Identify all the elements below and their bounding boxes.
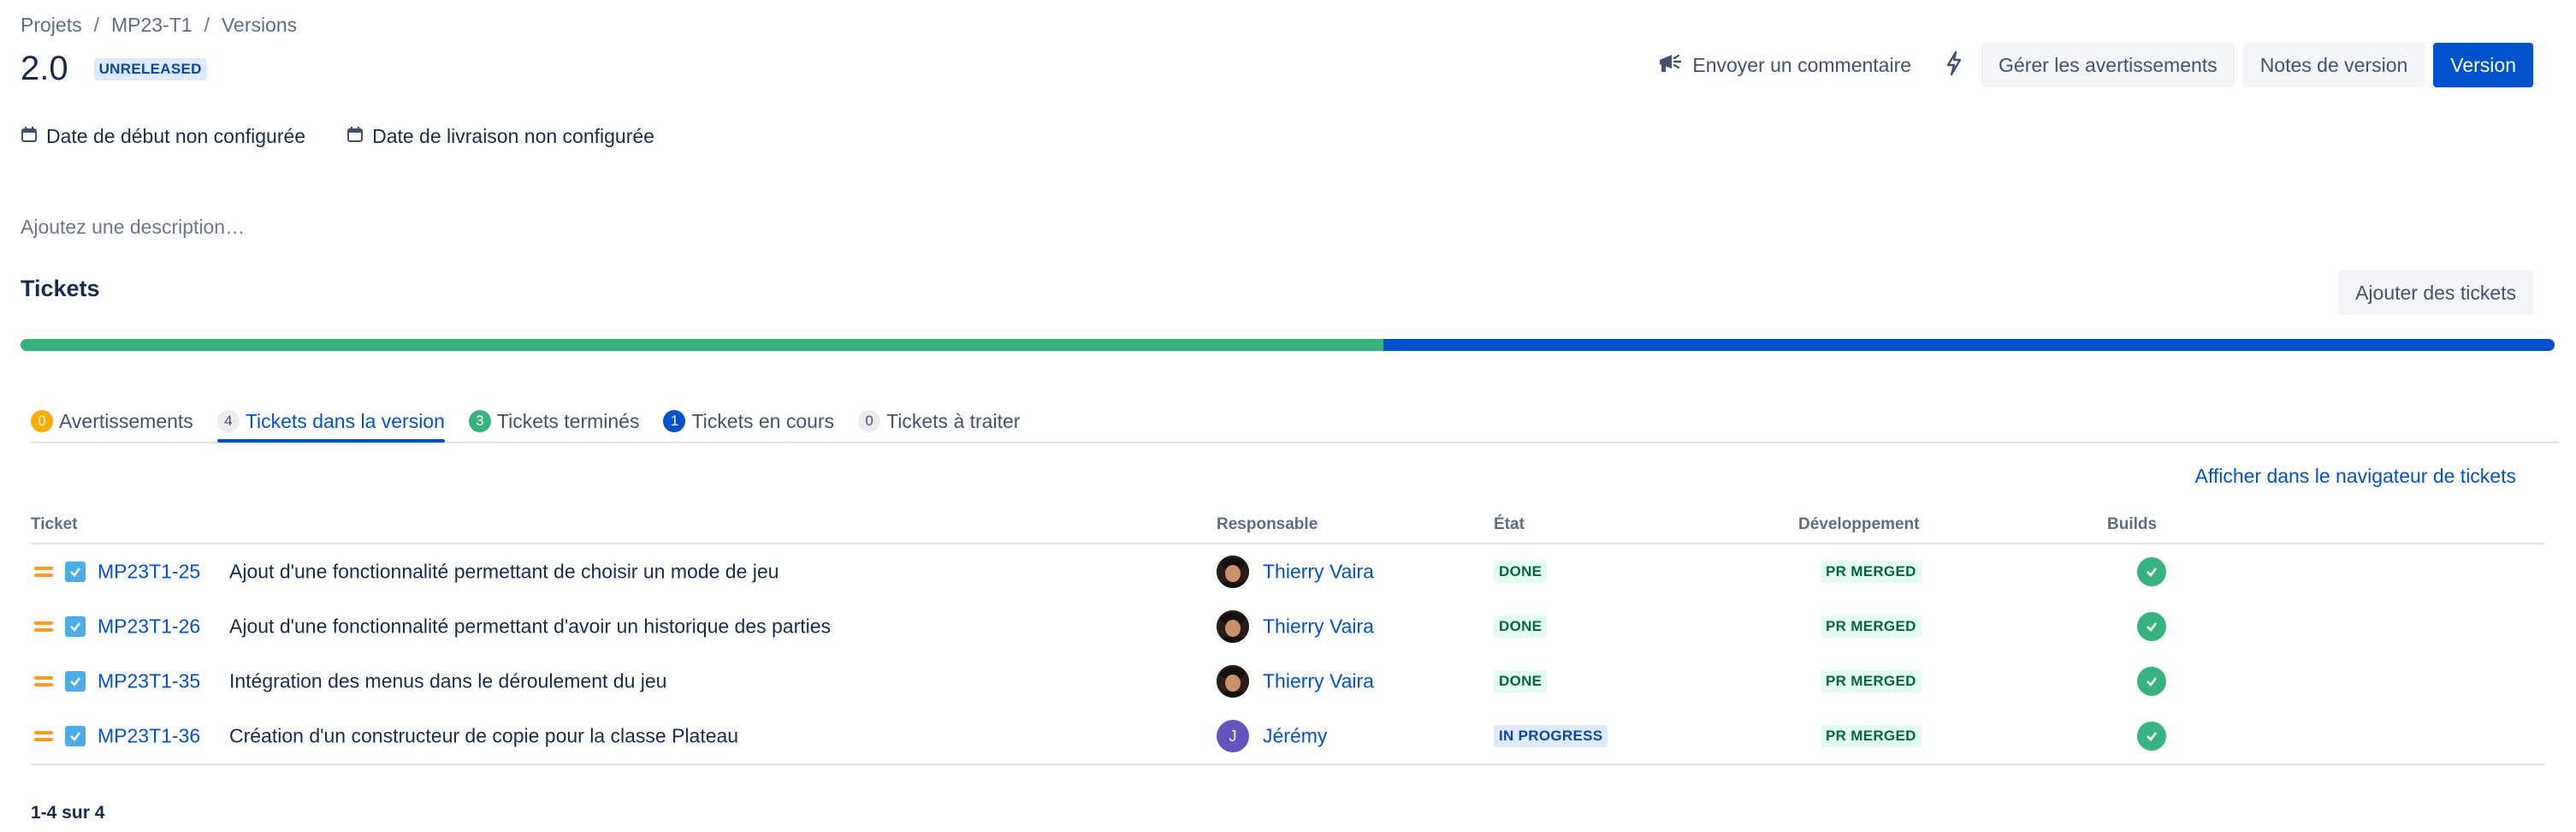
table-row[interactable]: MP23T1-36 Création d'un constructeur de … — [31, 709, 2544, 764]
build-success-icon[interactable] — [2137, 722, 2166, 751]
priority-medium-icon — [34, 728, 53, 745]
tab-label: Tickets en cours — [691, 409, 835, 432]
release-button[interactable]: Version — [2433, 43, 2533, 87]
status-badge: IN PROGRESS — [1494, 725, 1608, 747]
build-success-icon[interactable] — [2137, 557, 2166, 586]
tab-done-tickets[interactable]: 3 Tickets terminés — [468, 402, 640, 440]
breadcrumb-separator: / — [93, 14, 99, 36]
calendar-icon — [21, 125, 38, 148]
start-date-label: Date de début non configurée — [46, 125, 306, 147]
breadcrumb-versions[interactable]: Versions — [222, 14, 297, 37]
issue-navigator-link[interactable]: Afficher dans le navigateur de tickets — [2195, 465, 2516, 488]
task-type-icon — [65, 616, 86, 637]
task-type-icon — [65, 562, 86, 582]
development-badge[interactable]: PR MERGED — [1821, 725, 1922, 747]
tab-count-badge: 4 — [216, 410, 240, 432]
tab-label: Avertissements — [59, 409, 193, 432]
table-row[interactable]: MP23T1-35 Intégration des menus dans le … — [31, 654, 2544, 709]
priority-medium-icon — [34, 618, 53, 635]
add-tickets-button[interactable]: Ajouter des tickets — [2338, 270, 2533, 315]
avatar: J — [1217, 720, 1249, 752]
development-badge[interactable]: PR MERGED — [1821, 670, 1922, 692]
megaphone-icon — [1658, 51, 1684, 79]
ticket-key-link[interactable]: MP23T1-26 — [98, 615, 200, 639]
tab-tickets-in-version[interactable]: 4 Tickets dans la version — [216, 402, 445, 443]
version-progress-bar — [21, 339, 2555, 351]
task-type-icon — [65, 726, 86, 746]
priority-medium-icon — [34, 673, 53, 690]
ticket-summary: Ajout d'une fonctionnalité permettant d'… — [229, 615, 832, 638]
table-row[interactable]: MP23T1-26 Ajout d'une fonctionnalité per… — [31, 599, 2544, 654]
build-success-icon[interactable] — [2137, 667, 2166, 696]
avatar — [1217, 556, 1249, 588]
lightning-icon — [1945, 51, 1963, 80]
status-badge: DONE — [1494, 561, 1548, 583]
avatar — [1217, 610, 1249, 643]
version-title: 2.0 UNRELEASED — [21, 50, 207, 88]
version-dates: Date de début non configurée Date de liv… — [21, 125, 654, 148]
breadcrumb-separator: / — [204, 14, 210, 36]
breadcrumb-projects[interactable]: Projets — [21, 14, 82, 37]
feedback-label: Envoyer un commentaire — [1692, 53, 1912, 76]
breadcrumb: Projets / MP23-T1 / Versions — [21, 14, 297, 37]
task-type-icon — [65, 671, 86, 692]
tab-label: Tickets terminés — [496, 409, 640, 432]
automation-button[interactable] — [1935, 43, 1973, 87]
column-header-state[interactable]: État — [1494, 515, 1525, 534]
avatar — [1217, 665, 1249, 698]
column-header-assignee[interactable]: Responsable — [1217, 515, 1318, 534]
tab-in-progress-tickets[interactable]: 1 Tickets en cours — [663, 402, 834, 440]
tab-label: Tickets à traiter — [886, 409, 1021, 432]
description-field[interactable]: Ajoutez une description… — [21, 216, 245, 239]
assignee-link[interactable]: Jérémy — [1263, 725, 1327, 748]
version-name[interactable]: 2.0 — [21, 50, 68, 88]
ticket-key-link[interactable]: MP23T1-36 — [98, 725, 200, 748]
ticket-tabs: 0 Avertissements 4 Tickets dans la versi… — [31, 402, 2559, 443]
tab-count-badge: 0 — [858, 410, 881, 432]
ticket-key-link[interactable]: MP23T1-25 — [98, 561, 200, 584]
assignee-link[interactable]: Thierry Vaira — [1263, 670, 1374, 693]
column-header-development[interactable]: Développement — [1798, 515, 1919, 534]
priority-medium-icon — [34, 563, 53, 580]
development-badge[interactable]: PR MERGED — [1821, 615, 1922, 638]
start-date[interactable]: Date de début non configurée — [21, 125, 305, 148]
progress-done-segment — [21, 339, 1383, 351]
tickets-heading: Tickets — [21, 276, 100, 301]
ticket-key-link[interactable]: MP23T1-35 — [98, 670, 200, 693]
tab-warnings[interactable]: 0 Avertissements — [31, 402, 193, 440]
tickets-table: Ticket Responsable État Développement Bu… — [31, 512, 2544, 765]
ticket-summary: Intégration des menus dans le déroulemen… — [229, 669, 667, 692]
tab-count-badge: 3 — [468, 410, 491, 432]
table-header: Ticket Responsable État Développement Bu… — [31, 512, 2544, 544]
assignee-link[interactable]: Thierry Vaira — [1263, 561, 1374, 584]
progress-in-progress-segment — [1383, 339, 2555, 351]
feedback-button[interactable]: Envoyer un commentaire — [1658, 51, 1927, 79]
manage-warnings-button[interactable]: Gérer les avertissements — [1981, 43, 2235, 87]
release-notes-button[interactable]: Notes de version — [2242, 43, 2425, 87]
tab-todo-tickets[interactable]: 0 Tickets à traiter — [858, 402, 1020, 440]
status-badge: DONE — [1494, 670, 1548, 692]
ticket-summary: Ajout d'une fonctionnalité permettant de… — [229, 560, 779, 583]
assignee-link[interactable]: Thierry Vaira — [1263, 615, 1374, 639]
version-page: Projets / MP23-T1 / Versions 2.0 UNRELEA… — [0, 0, 2576, 832]
tab-count-badge: 0 — [31, 410, 53, 432]
breadcrumb-project[interactable]: MP23-T1 — [111, 14, 192, 37]
development-badge[interactable]: PR MERGED — [1821, 561, 1922, 583]
version-status-badge: UNRELEASED — [93, 57, 207, 80]
tab-count-badge: 1 — [663, 410, 686, 432]
pagination-count: 1-4 sur 4 — [31, 803, 105, 823]
release-date[interactable]: Date de livraison non configurée — [346, 125, 654, 148]
build-success-icon[interactable] — [2137, 612, 2166, 641]
table-row[interactable]: MP23T1-25 Ajout d'une fonctionnalité per… — [31, 544, 2544, 599]
header-actions: Envoyer un commentaire Gérer les avertis… — [1658, 43, 2533, 87]
calendar-icon — [346, 125, 364, 148]
status-badge: DONE — [1494, 615, 1548, 638]
table-bottom-border — [31, 764, 2544, 765]
ticket-summary: Création d'un constructeur de copie pour… — [229, 724, 739, 747]
column-header-builds[interactable]: Builds — [2107, 515, 2157, 534]
column-header-ticket[interactable]: Ticket — [31, 515, 78, 534]
release-date-label: Date de livraison non configurée — [372, 125, 654, 147]
tab-label: Tickets dans la version — [245, 409, 445, 432]
